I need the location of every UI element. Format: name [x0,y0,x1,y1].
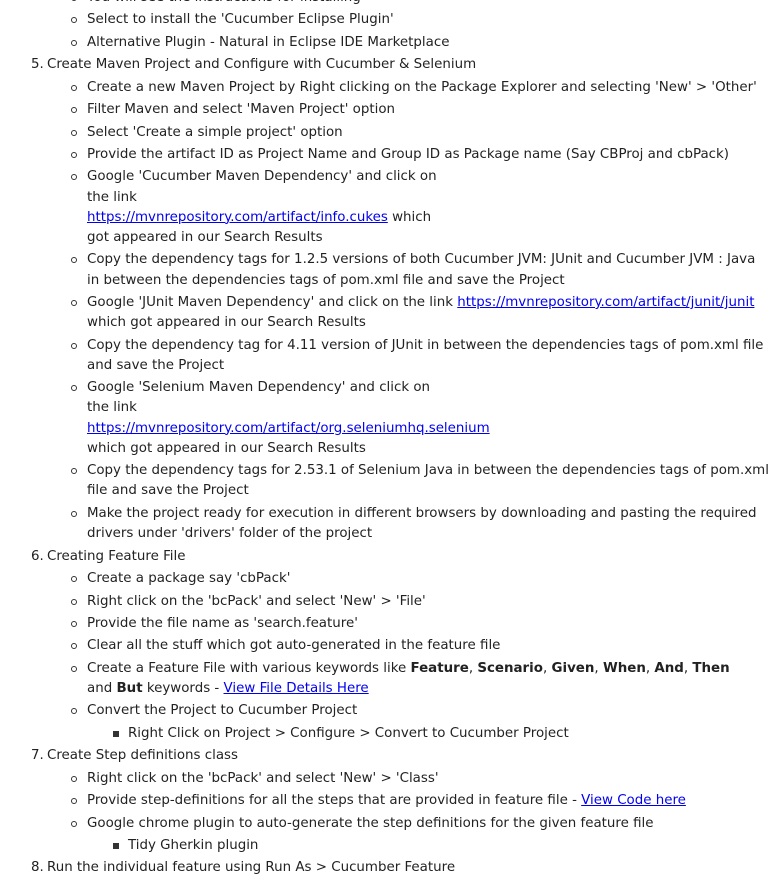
list-item: Provide the file name as 'search.feature… [71,614,781,634]
list-item: Copy the dependency tag for 4.11 version… [71,336,781,376]
step7-subsublist: Tidy Gherkin plugin [87,836,769,856]
step7-sublist: Right click on the 'bcPack' and select '… [47,769,781,856]
keyword-given: Given [551,660,595,676]
list-item: Filter Maven and select 'Maven Project' … [71,100,781,120]
item-text: which got appeared in our Search Results [87,440,366,456]
list-item: You will see the instructions for instal… [71,0,781,8]
list-item: Provide step-definitions for all the ste… [71,791,781,811]
list-item: Copy the dependency tags for 2.53.1 of S… [71,461,781,501]
selenium-dependency-link[interactable]: https://mvnrepository.com/artifact/org.s… [87,421,490,436]
step-title: Creating Feature File [47,548,186,564]
keyword-feature: Feature [410,660,469,676]
list-item: Provide the artifact ID as Project Name … [71,145,781,165]
junit-dependency-link[interactable]: https://mvnrepository.com/artifact/junit… [457,295,754,310]
list-item: Select to install the 'Cucumber Eclipse … [71,10,781,30]
step6-sublist: Create a package say 'cbPack' Right clic… [47,569,781,743]
list-item: Alternative Plugin - Natural in Eclipse … [71,33,781,53]
step-number: 8. [31,860,44,876]
step5-sublist: Create a new Maven Project by Right clic… [47,78,781,544]
keyword-when: When [602,660,646,676]
item-text: which got appeared in our Search Results [87,315,366,331]
item-text: Google 'Cucumber Maven Dependency' and c… [87,169,437,205]
list-item: Create a Feature File with various keywo… [71,659,781,699]
keyword-but: But [116,681,143,697]
list-item: Google 'Cucumber Maven Dependency' and c… [71,167,781,248]
cucumber-dependency-link[interactable]: https://mvnrepository.com/artifact/info.… [87,210,388,225]
view-code-link[interactable]: View Code here [581,793,686,808]
keyword-scenario: Scenario [477,660,543,676]
keyword-then: Then [692,660,730,676]
item-text: Create a Feature File with various keywo… [87,660,411,676]
list-item: Clear all the stuff which got auto-gener… [71,636,781,656]
step-5: 5. Create Maven Project and Configure wi… [31,55,781,544]
document-page: You will see the instructions for instal… [0,0,781,881]
steps-list: 5. Create Maven Project and Configure wi… [0,55,781,878]
step-title: Run the individual feature using Run As … [47,860,456,876]
step-number: 6. [31,548,44,564]
list-item: Create a package say 'cbPack' [71,569,781,589]
step-number: 5. [31,57,44,73]
separator: and [87,681,117,697]
separator: , [594,660,603,676]
keyword-and: And [654,660,684,676]
step-8: 8. Run the individual feature using Run … [31,858,781,878]
list-item: Create a new Maven Project by Right clic… [71,78,781,98]
list-item: Google chrome plugin to auto-generate th… [71,814,781,856]
item-text: Provide step-definitions for all the ste… [87,793,582,809]
list-item: Copy the dependency tags for 1.2.5 versi… [71,250,781,290]
step-7: 7. Create Step definitions class Right c… [31,746,781,856]
list-item: Google 'Selenium Maven Dependency' and c… [71,378,781,459]
step4-sublist: You will see the instructions for instal… [47,0,781,53]
item-text: keywords - [142,681,224,697]
list-item: Select 'Create a simple project' option [71,123,781,143]
list-item: Convert the Project to Cucumber Project … [71,701,781,744]
list-item: Google 'JUnit Maven Dependency' and clic… [71,293,781,333]
item-text: Google 'JUnit Maven Dependency' and clic… [87,294,458,310]
item-text: Google chrome plugin to auto-generate th… [87,815,654,831]
step-number: 7. [31,748,44,764]
step-6: 6. Creating Feature File Create a packag… [31,547,781,744]
list-item: Right Click on Project > Configure > Con… [113,724,769,744]
list-item: Right click on the 'bcPack' and select '… [71,769,781,789]
item-text: Google 'Selenium Maven Dependency' and c… [87,380,431,416]
item-text: Convert the Project to Cucumber Project [87,703,358,719]
list-item: Make the project ready for execution in … [71,504,781,544]
step-title: Create Step definitions class [47,748,238,764]
step-title: Create Maven Project and Configure with … [47,57,477,73]
step6-subsublist: Right Click on Project > Configure > Con… [87,724,769,744]
list-item: Right click on the 'bcPack' and select '… [71,592,781,612]
list-item: Tidy Gherkin plugin [113,836,769,856]
view-file-details-link[interactable]: View File Details Here [224,681,369,696]
